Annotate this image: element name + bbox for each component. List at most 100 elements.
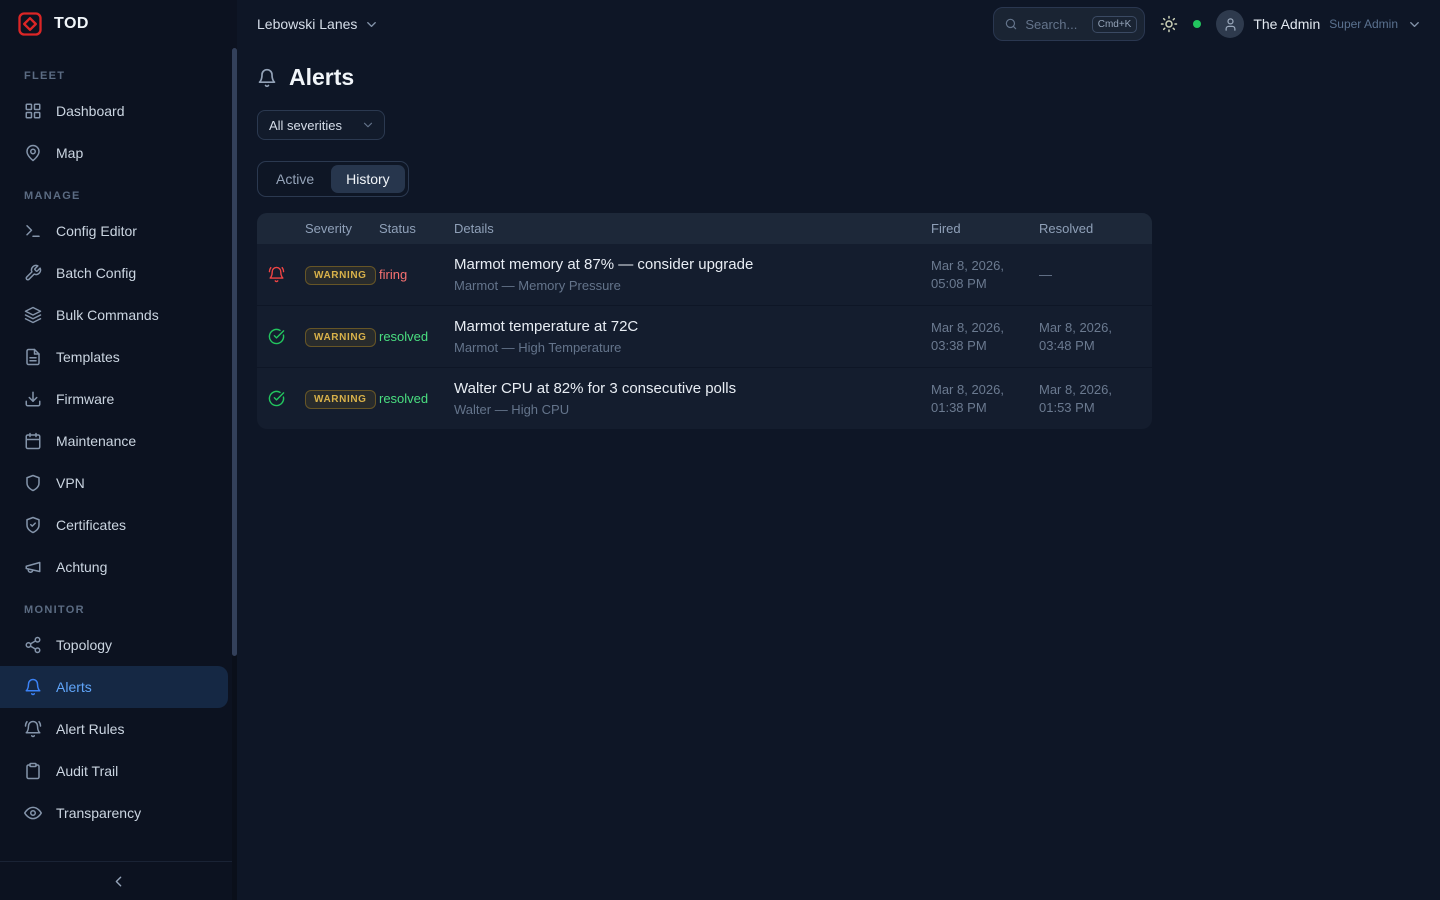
- main-area: Lebowski Lanes Cmd+K The Admin Super Adm…: [237, 0, 1440, 900]
- column-status: Status: [379, 221, 454, 236]
- sidebar-nav: FLEET Dashboard Map MANAGE Config Editor…: [0, 48, 237, 861]
- chevron-down-icon: [364, 17, 379, 32]
- clipboard-icon: [24, 762, 42, 780]
- sidebar-item-alert-rules[interactable]: Alert Rules: [0, 708, 228, 750]
- page-header: Alerts: [257, 64, 1420, 91]
- user-menu[interactable]: The Admin Super Admin: [1216, 10, 1422, 38]
- sidebar-item-certificates[interactable]: Certificates: [0, 504, 228, 546]
- sidebar-section-label: FLEET: [0, 54, 237, 90]
- sidebar-item-label: Topology: [56, 637, 112, 653]
- topbar: Lebowski Lanes Cmd+K The Admin Super Adm…: [237, 0, 1440, 48]
- bell-ring-icon: [24, 720, 42, 738]
- fired-time: Mar 8, 2026, 05:08 PM: [931, 257, 1039, 292]
- table-header: Severity Status Details Fired Resolved: [257, 213, 1152, 244]
- sidebar-item-topology[interactable]: Topology: [0, 624, 228, 666]
- resolved-time: Mar 8, 2026, 03:48 PM: [1039, 319, 1152, 354]
- bell-ring-icon: [268, 266, 285, 283]
- sidebar-item-label: Bulk Commands: [56, 307, 159, 323]
- table-row[interactable]: WARNING firing Marmot memory at 87% — co…: [257, 244, 1152, 305]
- alert-title: Walter CPU at 82% for 3 consecutive poll…: [454, 380, 921, 397]
- table-row[interactable]: WARNING resolved Marmot temperature at 7…: [257, 305, 1152, 367]
- calendar-icon: [24, 432, 42, 450]
- severity-filter-select[interactable]: All severities: [257, 110, 385, 140]
- check-circle-icon: [268, 328, 285, 345]
- sidebar-footer: [0, 861, 237, 900]
- alert-subtitle: Marmot — High Temperature: [454, 340, 921, 355]
- sidebar-section: MONITOR Topology Alerts Alert Rules Audi…: [0, 588, 237, 834]
- connection-status-dot: [1193, 20, 1201, 28]
- brand: TOD: [0, 0, 237, 48]
- sidebar-item-dashboard[interactable]: Dashboard: [0, 90, 228, 132]
- sidebar-item-label: Batch Config: [56, 265, 136, 281]
- search-icon: [1004, 17, 1018, 31]
- theme-toggle-button[interactable]: [1160, 15, 1178, 33]
- column-severity: Severity: [305, 221, 379, 236]
- search-box[interactable]: Cmd+K: [993, 7, 1145, 41]
- sidebar: TOD FLEET Dashboard Map MANAGE Config Ed…: [0, 0, 237, 900]
- sidebar-item-label: Firmware: [56, 391, 114, 407]
- status-text: resolved: [379, 329, 454, 344]
- bell-icon: [257, 68, 277, 88]
- brand-name: TOD: [54, 15, 89, 33]
- sidebar-item-config-editor[interactable]: Config Editor: [0, 210, 228, 252]
- bell-icon: [24, 678, 42, 696]
- sidebar-item-label: Map: [56, 145, 83, 161]
- org-selector[interactable]: Lebowski Lanes: [257, 16, 379, 32]
- sidebar-item-firmware[interactable]: Firmware: [0, 378, 228, 420]
- sun-icon: [1160, 15, 1178, 33]
- status-text: resolved: [379, 391, 454, 406]
- terminal-icon: [24, 222, 42, 240]
- column-details: Details: [454, 221, 931, 236]
- sidebar-item-audit-trail[interactable]: Audit Trail: [0, 750, 228, 792]
- sidebar-item-transparency[interactable]: Transparency: [0, 792, 228, 834]
- sidebar-item-label: Dashboard: [56, 103, 125, 119]
- check-circle-icon: [268, 390, 285, 407]
- page-content: Alerts All severities Active History Sev…: [237, 48, 1440, 900]
- sidebar-section-label: MONITOR: [0, 588, 237, 624]
- eye-icon: [24, 804, 42, 822]
- file-text-icon: [24, 348, 42, 366]
- layers-icon: [24, 306, 42, 324]
- map-pin-icon: [24, 144, 42, 162]
- sidebar-item-alerts[interactable]: Alerts: [0, 666, 228, 708]
- resolved-time: —: [1039, 266, 1152, 284]
- user-role: Super Admin: [1329, 17, 1398, 31]
- sidebar-item-label: Certificates: [56, 517, 126, 533]
- wrench-icon: [24, 264, 42, 282]
- org-name: Lebowski Lanes: [257, 16, 357, 32]
- table-row[interactable]: WARNING resolved Walter CPU at 82% for 3…: [257, 367, 1152, 429]
- download-icon: [24, 390, 42, 408]
- sidebar-item-label: Templates: [56, 349, 120, 365]
- status-text: firing: [379, 267, 454, 282]
- alert-title: Marmot temperature at 72C: [454, 318, 921, 335]
- sidebar-item-bulk-commands[interactable]: Bulk Commands: [0, 294, 228, 336]
- fired-time: Mar 8, 2026, 01:38 PM: [931, 381, 1039, 416]
- sidebar-item-vpn[interactable]: VPN: [0, 462, 228, 504]
- sidebar-item-map[interactable]: Map: [0, 132, 228, 174]
- sidebar-scrollbar-thumb[interactable]: [232, 48, 237, 656]
- alert-subtitle: Walter — High CPU: [454, 402, 921, 417]
- sidebar-section-label: MANAGE: [0, 174, 237, 210]
- severity-filter-value: All severities: [269, 118, 342, 133]
- sidebar-collapse-button[interactable]: [110, 873, 127, 890]
- tabs: Active History: [257, 161, 409, 197]
- avatar: [1216, 10, 1244, 38]
- search-shortcut-badge: Cmd+K: [1092, 16, 1138, 33]
- chevron-down-icon: [1407, 17, 1422, 32]
- alert-subtitle: Marmot — Memory Pressure: [454, 278, 921, 293]
- severity-badge: WARNING: [305, 266, 376, 285]
- sidebar-item-achtung[interactable]: Achtung: [0, 546, 228, 588]
- severity-badge: WARNING: [305, 328, 376, 347]
- fired-time: Mar 8, 2026, 03:38 PM: [931, 319, 1039, 354]
- sidebar-item-maintenance[interactable]: Maintenance: [0, 420, 228, 462]
- sidebar-item-label: VPN: [56, 475, 85, 491]
- sidebar-item-label: Audit Trail: [56, 763, 118, 779]
- sidebar-section: FLEET Dashboard Map: [0, 54, 237, 174]
- tab-active[interactable]: Active: [261, 165, 329, 193]
- search-input[interactable]: [1025, 17, 1084, 32]
- shield-check-icon: [24, 516, 42, 534]
- sidebar-item-batch-config[interactable]: Batch Config: [0, 252, 228, 294]
- tab-history[interactable]: History: [331, 165, 405, 193]
- table-body: WARNING firing Marmot memory at 87% — co…: [257, 244, 1152, 429]
- sidebar-item-templates[interactable]: Templates: [0, 336, 228, 378]
